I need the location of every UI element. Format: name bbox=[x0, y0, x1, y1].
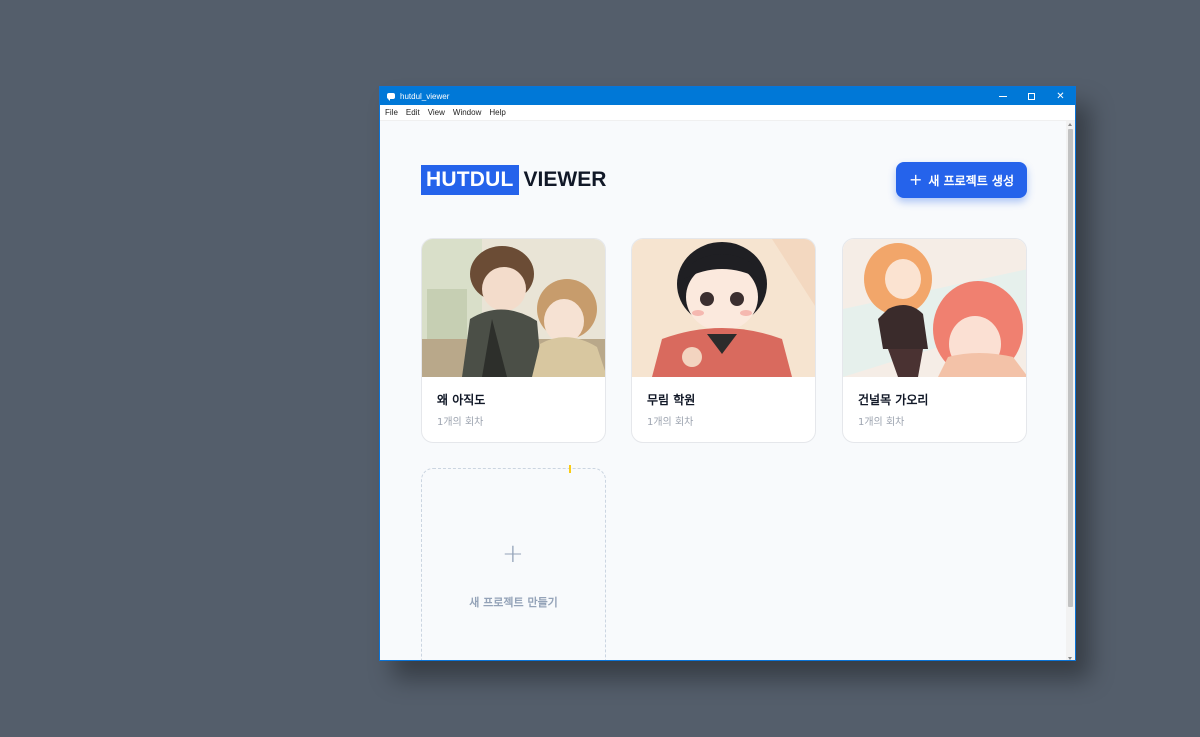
menu-bar: File Edit View Window Help bbox=[380, 105, 1075, 121]
project-title: 무림 학원 bbox=[647, 393, 696, 407]
create-project-card[interactable]: + 새 프로젝트 만들기 bbox=[421, 465, 606, 660]
new-project-button[interactable]: + 새 프로젝트 생성 bbox=[896, 162, 1027, 198]
create-project-label: 새 프로젝트 만들기 bbox=[469, 596, 558, 609]
maximize-icon bbox=[1028, 92, 1035, 100]
project-thumbnail bbox=[843, 239, 1026, 377]
project-episode-count: 1개의 회차 bbox=[858, 417, 905, 428]
maximize-button[interactable] bbox=[1017, 87, 1046, 105]
app-logo: HUTDUL VIEWER bbox=[421, 165, 606, 195]
project-episode-count: 1개의 회차 bbox=[437, 417, 484, 428]
minimize-button[interactable] bbox=[988, 87, 1017, 105]
vertical-scrollbar[interactable] bbox=[1066, 121, 1075, 660]
scroll-thumb[interactable] bbox=[1068, 129, 1073, 607]
text-cursor bbox=[569, 465, 571, 473]
plus-icon: + bbox=[908, 170, 923, 189]
project-card[interactable]: 건널목 가오리 1개의 회차 bbox=[842, 238, 1027, 443]
menu-window[interactable]: Window bbox=[449, 108, 485, 117]
title-bar[interactable]: hutdul_viewer ✕ bbox=[380, 87, 1075, 105]
logo-text: VIEWER bbox=[523, 168, 607, 191]
app-icon bbox=[387, 93, 395, 101]
project-title: 왜 아직도 bbox=[437, 393, 486, 407]
project-thumbnail bbox=[632, 239, 815, 377]
project-title: 건널목 가오리 bbox=[858, 393, 929, 407]
project-thumbnail bbox=[422, 239, 605, 377]
menu-file[interactable]: File bbox=[380, 108, 402, 117]
close-icon: ✕ bbox=[1056, 90, 1065, 102]
close-button[interactable]: ✕ bbox=[1046, 87, 1075, 105]
minimize-icon bbox=[998, 95, 1007, 97]
scroll-up-arrow-icon[interactable] bbox=[1068, 123, 1072, 126]
scroll-down-arrow-icon[interactable] bbox=[1068, 657, 1072, 660]
project-episode-count: 1개의 회차 bbox=[647, 417, 694, 428]
new-project-label: 새 프로젝트 생성 bbox=[928, 173, 1015, 188]
menu-view[interactable]: View bbox=[424, 108, 449, 117]
window-title: hutdul_viewer bbox=[400, 91, 450, 101]
menu-help[interactable]: Help bbox=[485, 108, 509, 117]
project-card[interactable]: 왜 아직도 1개의 회차 bbox=[421, 238, 606, 443]
project-card[interactable]: 무림 학원 1개의 회차 bbox=[631, 238, 816, 443]
main-content: HUTDUL VIEWER + 새 프로젝트 생성 왜 아직도 1개의 회차 무… bbox=[380, 121, 1068, 660]
menu-edit[interactable]: Edit bbox=[402, 108, 424, 117]
app-window: hutdul_viewer ✕ File Edit View Window He… bbox=[379, 86, 1076, 661]
plus-icon: + bbox=[502, 539, 524, 569]
logo-highlight: HUTDUL bbox=[421, 165, 519, 195]
